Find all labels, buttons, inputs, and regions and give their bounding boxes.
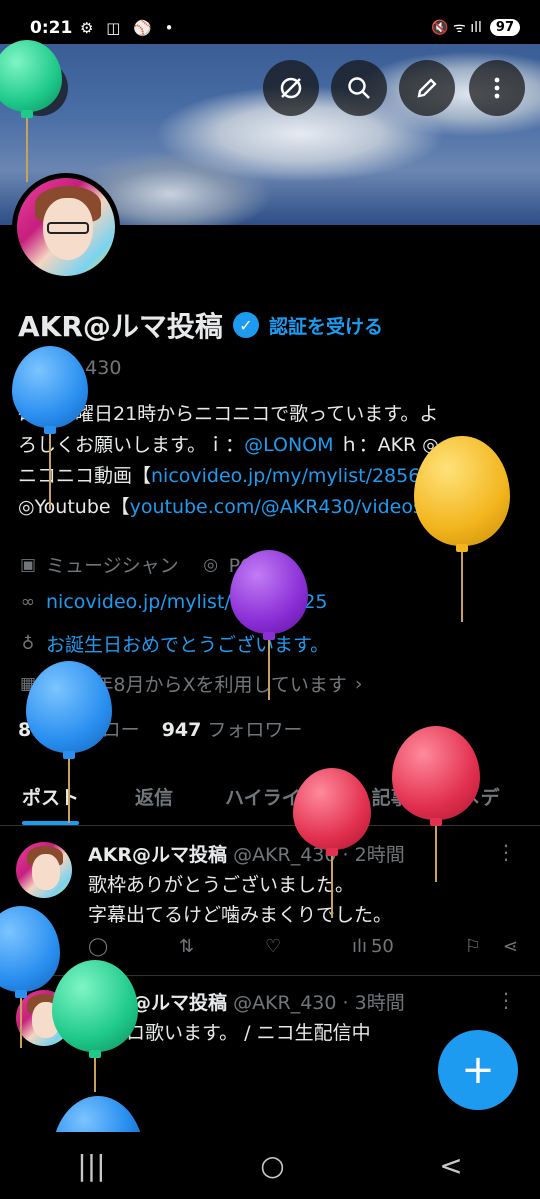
verified-badge-icon: ✓ bbox=[232, 312, 259, 338]
views-button[interactable]: ılı 50 bbox=[352, 936, 394, 957]
repost-icon[interactable]: ⇅ bbox=[179, 936, 194, 957]
grok-button[interactable] bbox=[263, 60, 319, 116]
nicovideo-link[interactable]: nicovideo.jp/my/mylist/2856… bbox=[151, 465, 439, 487]
post-more-icon[interactable]: ⋮ bbox=[496, 840, 516, 864]
blue-balloon-decoration bbox=[26, 661, 112, 823]
youtube-link[interactable]: youtube.com/@AKR430/videos bbox=[130, 496, 423, 518]
more-vertical-icon bbox=[494, 77, 500, 99]
notification-icons: ⚙ ◫ ⚾ • bbox=[80, 19, 178, 37]
system-nav-bar: ||| ○ < bbox=[0, 1132, 540, 1199]
display-name: AKR@ルマ投稿 bbox=[18, 310, 223, 343]
tab-replies[interactable]: 返信 bbox=[135, 768, 173, 825]
search-button[interactable] bbox=[331, 60, 387, 116]
home-button[interactable]: ○ bbox=[260, 1149, 284, 1182]
recent-apps-button[interactable]: ||| bbox=[77, 1149, 105, 1182]
grok-icon bbox=[280, 77, 302, 99]
post-avatar[interactable] bbox=[16, 842, 72, 898]
blue-balloon-decoration bbox=[0, 906, 60, 1048]
reply-icon[interactable]: ◯ bbox=[88, 936, 108, 957]
briefcase-icon: ▣ bbox=[19, 554, 37, 575]
search-icon bbox=[348, 77, 370, 99]
yellow-balloon-decoration bbox=[414, 436, 510, 622]
followers-count: 947 bbox=[161, 719, 202, 741]
green-balloon-decoration bbox=[0, 40, 62, 182]
more-options-button[interactable] bbox=[469, 60, 525, 116]
like-icon[interactable]: ♡ bbox=[265, 936, 281, 957]
profile-avatar[interactable] bbox=[12, 173, 120, 281]
battery-indicator: 97 bbox=[489, 19, 520, 36]
get-verified-link[interactable]: 認証を受ける bbox=[269, 312, 383, 339]
balloon-icon: ♁ bbox=[21, 633, 35, 654]
post-more-icon[interactable]: ⋮ bbox=[496, 988, 516, 1012]
blue-balloon-decoration bbox=[12, 346, 88, 510]
post-author[interactable]: AKR@ルマ投稿 bbox=[88, 844, 227, 866]
views-count: 50 bbox=[370, 936, 394, 957]
share-icon[interactable]: ⋖ bbox=[503, 936, 518, 957]
edit-icon bbox=[417, 78, 437, 98]
views-icon: ılı bbox=[351, 936, 367, 957]
edit-button[interactable] bbox=[399, 60, 455, 116]
compose-button[interactable]: + bbox=[438, 1030, 518, 1110]
red-balloon-decoration bbox=[392, 726, 480, 882]
green-balloon-decoration bbox=[52, 960, 138, 1092]
location-icon: ◎ bbox=[203, 554, 219, 575]
followers-label: フォロワー bbox=[207, 719, 303, 741]
mention-link[interactable]: @LONOM bbox=[244, 434, 333, 456]
back-nav-button[interactable]: < bbox=[439, 1149, 462, 1182]
bookmark-icon[interactable]: ⚐ bbox=[465, 936, 481, 957]
profile-category: ミュージシャン bbox=[46, 555, 179, 577]
signal-icons: 🔇 ᯤ ıll bbox=[431, 20, 482, 36]
red-balloon-decoration bbox=[293, 768, 371, 918]
purple-balloon-decoration bbox=[230, 550, 308, 700]
chevron-right-icon[interactable]: › bbox=[355, 673, 363, 695]
status-time: 0:21 bbox=[30, 18, 73, 38]
status-bar: 0:21 ⚙ ◫ ⚾ • 🔇 ᯤ ıll 97 bbox=[0, 0, 540, 44]
link-icon: ∞ bbox=[20, 592, 36, 612]
followers-link[interactable]: 947 フォロワー bbox=[162, 715, 303, 742]
post-meta: @AKR_430 · 3時間 bbox=[233, 992, 405, 1014]
bio-line: 毎週水曜日21時からニコニコで歌っています。よ bbox=[18, 403, 439, 425]
